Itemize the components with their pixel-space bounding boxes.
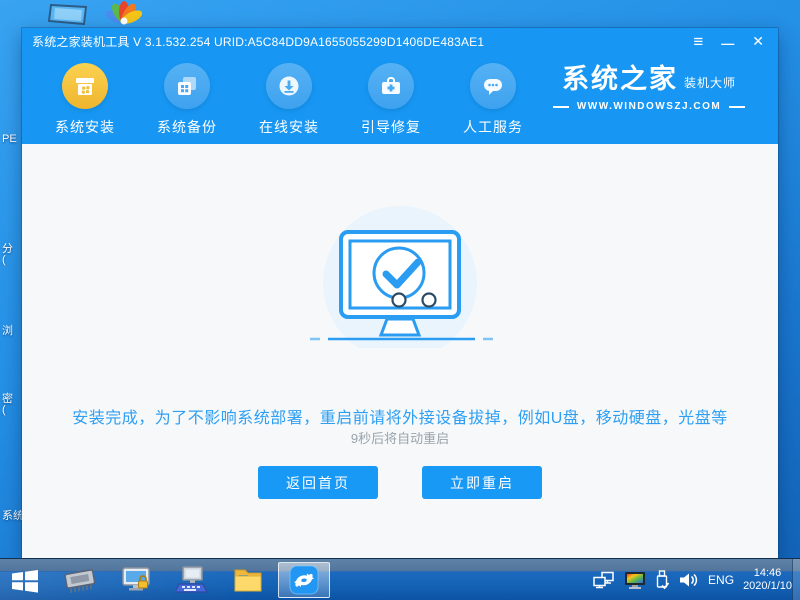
success-monitor-illustration <box>240 188 560 348</box>
volume-tray-icon[interactable] <box>679 572 699 588</box>
nav-label: 系统安装 <box>55 119 115 135</box>
chat-bubble-icon <box>470 63 516 109</box>
nav-item-boot-repair[interactable]: 引导修复 <box>356 63 426 144</box>
repair-toolbox-icon <box>368 63 414 109</box>
backup-icon <box>164 63 210 109</box>
window-title: 系统之家装机工具 V 3.1.532.254 URID:A5C84DD9A165… <box>32 34 485 49</box>
package-icon <box>62 63 108 109</box>
taskbar: ENG 14:46 2020/1/10 <box>0 558 800 600</box>
menu-icon[interactable]: ≡ <box>693 33 703 50</box>
taskbar-app-display-settings[interactable] <box>110 562 162 598</box>
show-desktop-button[interactable] <box>792 559 800 600</box>
memory-chip-icon <box>64 569 96 593</box>
taskbar-app-zhuangji-tool[interactable] <box>278 562 330 598</box>
zhuangji-swirl-icon <box>289 565 319 595</box>
desktop-flower-logo-icon[interactable] <box>106 1 142 28</box>
usb-tray-icon[interactable] <box>655 570 670 590</box>
taskbar-app-keyboard[interactable] <box>166 562 218 598</box>
title-bar: 系统之家装机工具 V 3.1.532.254 URID:A5C84DD9A165… <box>22 28 778 54</box>
nav-label: 系统备份 <box>157 119 217 135</box>
nav-item-system-backup[interactable]: 系统备份 <box>152 63 222 144</box>
main-content: 安装完成，为了不影响系统部署，重启前请将外接设备拔掉，例如U盘，移动硬盘，光盘等… <box>22 144 778 558</box>
nav-item-human-service[interactable]: 人工服务 <box>458 63 528 144</box>
clock-date: 2020/1/10 <box>743 580 792 592</box>
desktop-label-fragment: 浏 <box>2 325 13 337</box>
nav-label: 在线安装 <box>259 119 319 135</box>
desktop-label-fragment: ( <box>2 254 6 266</box>
desktop-pc-icon[interactable] <box>46 2 90 27</box>
keyboard-monitor-icon <box>176 566 208 593</box>
divider <box>729 105 746 108</box>
taskbar-app-file-explorer[interactable] <box>222 562 274 598</box>
clock-time: 14:46 <box>753 567 782 579</box>
windows-logo-icon <box>12 570 38 593</box>
taskbar-app-memory-chip[interactable] <box>54 562 106 598</box>
nav-bar: 系统安装 系统备份 在线安装 引导修复 人工服务 系统之家 装机大师 WWW.W… <box>22 54 778 144</box>
nav-item-system-install[interactable]: 系统安装 <box>50 63 120 144</box>
nav-label: 人工服务 <box>463 119 523 135</box>
divider <box>552 105 569 108</box>
clock[interactable]: 14:46 2020/1/10 <box>743 567 792 593</box>
nav-item-online-install[interactable]: 在线安装 <box>254 63 324 144</box>
brand-title: 系统之家 <box>561 64 678 94</box>
install-complete-message: 安装完成，为了不影响系统部署，重启前请将外接设备拔掉，例如U盘，移动硬盘，光盘等 <box>72 410 728 427</box>
network-tray-icon[interactable] <box>593 571 615 589</box>
start-button[interactable] <box>6 567 44 595</box>
desktop-label-fragment: ( <box>2 404 6 416</box>
display-color-tray-icon[interactable] <box>624 571 646 590</box>
monitor-lock-icon <box>122 567 150 591</box>
brand-subtitle: 装机大师 <box>683 76 736 90</box>
language-indicator[interactable]: ENG <box>708 573 734 587</box>
back-home-button[interactable]: 返回首页 <box>258 466 378 499</box>
restart-now-button[interactable]: 立即重启 <box>422 466 542 499</box>
close-icon[interactable]: ✕ <box>752 34 764 48</box>
desktop-background: PE 分 ( 浏 密 ( 系统 系统之家装机工具 V 3.1.532.254 U… <box>0 0 800 600</box>
folder-icon <box>234 569 262 592</box>
restart-countdown: 9秒后将自动重启 <box>350 431 450 446</box>
nav-label: 引导修复 <box>361 119 421 135</box>
minimize-icon[interactable]: — <box>721 37 734 50</box>
installer-window: 系统之家装机工具 V 3.1.532.254 URID:A5C84DD9A165… <box>22 28 778 558</box>
brand-website: WWW.WINDOWSZJ.COM <box>576 101 722 112</box>
desktop-label-fragment: PE <box>2 133 17 145</box>
brand-logo: 系统之家 装机大师 WWW.WINDOWSZJ.COM <box>546 66 752 112</box>
desktop-label-fragment: 系统 <box>2 510 22 522</box>
download-icon <box>266 63 312 109</box>
